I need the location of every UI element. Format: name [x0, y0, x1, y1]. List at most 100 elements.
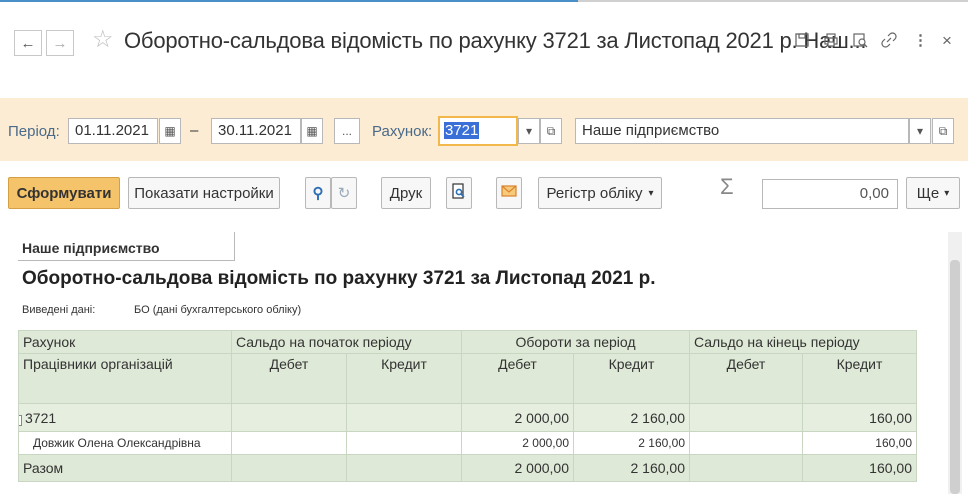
- forward-button[interactable]: →: [46, 30, 74, 56]
- period-label: Період:: [8, 123, 60, 140]
- col-account-header: Рахунок: [18, 330, 232, 354]
- col-turnover-header: Обороти за період: [461, 330, 690, 354]
- save-icon[interactable]: [794, 32, 810, 53]
- total-closing-debit: [689, 454, 803, 482]
- calendar-icon: ▦: [164, 124, 176, 138]
- date-from-field[interactable]: 01.11.2021: [68, 118, 158, 144]
- preview-icon[interactable]: [852, 32, 868, 53]
- active-tab-accent: [0, 0, 578, 2]
- report-table[interactable]: Рахунок Сальдо на початок періоду Оборот…: [18, 330, 917, 482]
- account-dropdown-button[interactable]: ▾: [518, 118, 540, 144]
- account-label: Рахунок:: [372, 123, 433, 140]
- search-button[interactable]: ⚲: [305, 177, 331, 209]
- col-closing-credit-header: Кредит: [802, 353, 917, 404]
- total-closing-credit: 160,00: [802, 454, 917, 482]
- account-open-button[interactable]: ⧉: [540, 118, 562, 144]
- col-opening-debit-header: Дебет: [231, 353, 347, 404]
- calendar-icon: ▦: [306, 124, 318, 138]
- favorite-star-icon[interactable]: ☆: [92, 26, 114, 54]
- report-table-wrap: Рахунок Сальдо на початок періоду Оборот…: [18, 330, 917, 482]
- more-button[interactable]: Ще ▾: [906, 177, 960, 209]
- col-opening-credit-header: Кредит: [346, 353, 462, 404]
- detail-closing-debit: [689, 431, 803, 455]
- chevron-down-icon: ▾: [525, 124, 533, 138]
- vertical-scrollbar[interactable]: [948, 232, 962, 494]
- print-preview-button[interactable]: [446, 177, 472, 209]
- group-name-cell: −3721: [18, 403, 232, 432]
- sigma-icon: Σ: [720, 174, 734, 199]
- print-preview-icon: [452, 183, 466, 203]
- detail-turnover-debit: 2 000,00: [461, 431, 574, 455]
- search-icon: ⚲: [312, 185, 324, 202]
- total-opening-debit: [231, 454, 347, 482]
- total-turnover-debit: 2 000,00: [461, 454, 574, 482]
- account-value: 3721: [444, 122, 480, 139]
- register-label: Регістр обліку: [546, 184, 643, 202]
- more-label: Ще: [916, 184, 940, 202]
- generate-button[interactable]: Сформувати: [8, 177, 120, 209]
- close-icon[interactable]: ×: [942, 32, 952, 50]
- group-closing-debit: [689, 403, 803, 432]
- print-button[interactable]: Друк: [381, 177, 431, 209]
- search-cancel-button[interactable]: ↻: [331, 177, 357, 209]
- date-to-field[interactable]: 30.11.2021: [211, 118, 301, 144]
- detail-name: Довжик Олена Олександрівна: [18, 431, 232, 455]
- shown-data-value: БО (дані бухгалтерського обліку): [134, 304, 302, 316]
- group-opening-debit: [231, 403, 347, 432]
- period-dash: –: [190, 122, 199, 139]
- detail-opening-debit: [231, 431, 347, 455]
- shown-data-label: Виведені дані:: [22, 304, 96, 316]
- col-closing-debit-header: Дебет: [689, 353, 803, 404]
- calendar-to-button[interactable]: ▦: [301, 118, 323, 144]
- total-name: Разом: [18, 454, 232, 482]
- scrollbar-thumb[interactable]: [950, 260, 960, 494]
- group-turnover-credit: 2 160,00: [573, 403, 690, 432]
- envelope-icon: [501, 184, 517, 202]
- header-row-1: Рахунок Сальдо на початок періоду Оборот…: [18, 330, 917, 354]
- print-icon[interactable]: [823, 32, 839, 53]
- calendar-from-button[interactable]: ▦: [159, 118, 181, 144]
- register-dropdown-button[interactable]: Регістр обліку ▾: [538, 177, 662, 209]
- collapse-toggle-icon[interactable]: −: [19, 414, 22, 426]
- detail-turnover-credit: 2 160,00: [573, 431, 690, 455]
- col-turnover-credit-header: Кредит: [573, 353, 690, 404]
- detail-closing-credit: 160,00: [802, 431, 917, 455]
- group-closing-credit: 160,00: [802, 403, 917, 432]
- back-button[interactable]: ←: [14, 30, 42, 56]
- total-opening-credit: [346, 454, 462, 482]
- group-name: 3721: [25, 409, 57, 426]
- more-menu-icon[interactable]: ⋮: [913, 32, 928, 50]
- group-turnover-debit: 2 000,00: [461, 403, 574, 432]
- report-organization: Наше підприємство: [22, 240, 160, 256]
- organization-field[interactable]: Наше підприємство: [575, 118, 909, 144]
- search-cancel-icon: ↻: [337, 185, 351, 202]
- chevron-down-icon: ▾: [648, 187, 654, 199]
- show-settings-button[interactable]: Показати настройки: [128, 177, 280, 209]
- open-window-icon: ⧉: [546, 123, 556, 138]
- table-row-total[interactable]: Разом 2 000,00 2 160,00 160,00: [18, 454, 917, 482]
- arrow-left-icon: ←: [20, 34, 36, 52]
- open-window-icon: ⧉: [938, 123, 948, 138]
- period-select-button[interactable]: ...: [334, 118, 360, 144]
- col-turnover-debit-header: Дебет: [461, 353, 574, 404]
- table-row-group[interactable]: −3721 2 000,00 2 160,00 160,00: [18, 403, 917, 432]
- organization-dropdown-button[interactable]: ▾: [909, 118, 931, 144]
- account-field[interactable]: 3721: [438, 116, 518, 146]
- chevron-down-icon: ▾: [944, 187, 950, 199]
- group-opening-credit: [346, 403, 462, 432]
- report-title: Оборотно-сальдова відомість по рахунку 3…: [22, 268, 656, 289]
- total-turnover-credit: 2 160,00: [573, 454, 690, 482]
- window-title: Оборотно-сальдова відомість по рахунку 3…: [124, 28, 867, 53]
- link-icon[interactable]: [881, 32, 897, 53]
- chevron-down-icon: ▾: [916, 124, 924, 138]
- top-tab-line: [0, 0, 968, 5]
- arrow-right-icon: →: [52, 34, 68, 52]
- col-opening-header: Сальдо на початок періоду: [231, 330, 462, 354]
- organization-open-button[interactable]: ⧉: [932, 118, 954, 144]
- col-subconto-header: Працівники організацій: [18, 353, 232, 404]
- email-button[interactable]: [496, 177, 522, 209]
- detail-opening-credit: [346, 431, 462, 455]
- table-row-detail[interactable]: Довжик Олена Олександрівна 2 000,00 2 16…: [18, 431, 917, 455]
- sum-field[interactable]: 0,00: [762, 179, 898, 209]
- header-row-2: Працівники організацій Дебет Кредит Дебе…: [18, 353, 917, 404]
